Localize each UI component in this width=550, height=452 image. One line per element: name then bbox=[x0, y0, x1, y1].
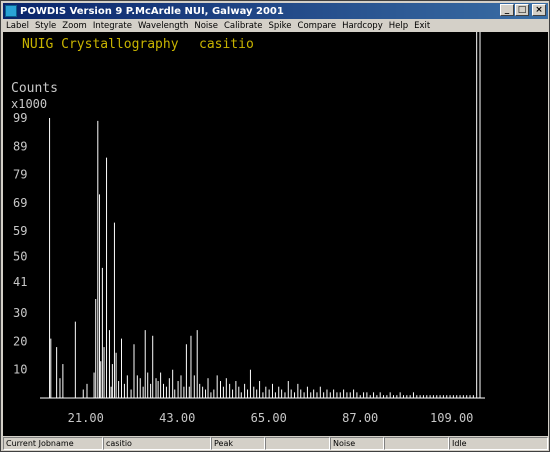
menu-compare[interactable]: Compare bbox=[295, 21, 340, 31]
status-noise-label: Noise bbox=[330, 437, 384, 450]
status-job-value: casitio bbox=[103, 437, 211, 450]
y-tick-label: 69 bbox=[13, 196, 27, 210]
menu-label[interactable]: Label bbox=[3, 21, 32, 31]
status-peak-value bbox=[265, 437, 330, 450]
x-tick-labels: 21.00 43.00 65.00 87.00 109.00 bbox=[68, 411, 474, 425]
plot-canvas[interactable]: NUIG Crystallography casitio Counts x100… bbox=[3, 32, 548, 436]
y-tick-label: 10 bbox=[13, 363, 27, 377]
x-tick-label: 65.00 bbox=[251, 411, 287, 425]
y-tick-label: 50 bbox=[13, 250, 27, 264]
title-bar[interactable]: POWDIS Version 9 P.McArdle NUI, Galway 2… bbox=[3, 3, 548, 19]
status-peak-label: Peak bbox=[211, 437, 265, 450]
menu-wavelength[interactable]: Wavelength bbox=[135, 21, 191, 31]
window-controls: _ □ × bbox=[499, 4, 546, 16]
y-tick-labels: 10 20 30 41 50 59 69 79 89 99 bbox=[13, 111, 27, 377]
window-title: POWDIS Version 9 P.McArdle NUI, Galway 2… bbox=[20, 5, 284, 17]
menu-help[interactable]: Help bbox=[386, 21, 411, 31]
y-tick-label: 79 bbox=[13, 168, 27, 182]
menu-hardcopy[interactable]: Hardcopy bbox=[339, 21, 386, 31]
menu-style[interactable]: Style bbox=[32, 21, 59, 31]
powdis-window: POWDIS Version 9 P.McArdle NUI, Galway 2… bbox=[0, 0, 550, 452]
y-tick-label: 99 bbox=[13, 111, 27, 125]
y-axis-label-counts: Counts bbox=[11, 81, 58, 96]
header-sample: casitio bbox=[199, 37, 254, 52]
minimize-button[interactable]: _ bbox=[500, 4, 514, 16]
y-tick-label: 59 bbox=[13, 224, 27, 238]
y-tick-label: 89 bbox=[13, 139, 27, 153]
x-tick-label: 21.00 bbox=[68, 411, 104, 425]
menu-spike[interactable]: Spike bbox=[266, 21, 295, 31]
maximize-button[interactable]: □ bbox=[515, 4, 529, 16]
menu-bar: Label Style Zoom Integrate Wavelength No… bbox=[3, 20, 548, 32]
y-axis-label-scale: x1000 bbox=[11, 97, 47, 111]
status-state: Idle bbox=[449, 437, 548, 450]
menu-integrate[interactable]: Integrate bbox=[90, 21, 135, 31]
x-tick-label: 109.00 bbox=[430, 411, 473, 425]
diffractogram: NUIG Crystallography casitio Counts x100… bbox=[11, 32, 485, 425]
y-tick-label: 30 bbox=[13, 306, 27, 320]
status-noise-value bbox=[384, 437, 449, 450]
x-tick-label: 87.00 bbox=[342, 411, 378, 425]
menu-noise[interactable]: Noise bbox=[191, 21, 221, 31]
menu-zoom[interactable]: Zoom bbox=[59, 21, 90, 31]
x-tick-label: 43.00 bbox=[159, 411, 195, 425]
close-button[interactable]: × bbox=[532, 4, 546, 16]
y-tick-label: 20 bbox=[13, 334, 27, 348]
status-job-label: Current Jobname bbox=[3, 437, 103, 450]
y-tick-label: 41 bbox=[13, 275, 27, 289]
menu-exit[interactable]: Exit bbox=[411, 21, 433, 31]
diffraction-peaks bbox=[49, 32, 481, 398]
status-bar: Current Jobname casitio Peak Noise Idle bbox=[3, 437, 548, 450]
header-lab: NUIG Crystallography bbox=[22, 37, 179, 52]
app-icon[interactable] bbox=[5, 5, 17, 17]
menu-calibrate[interactable]: Calibrate bbox=[221, 21, 266, 31]
